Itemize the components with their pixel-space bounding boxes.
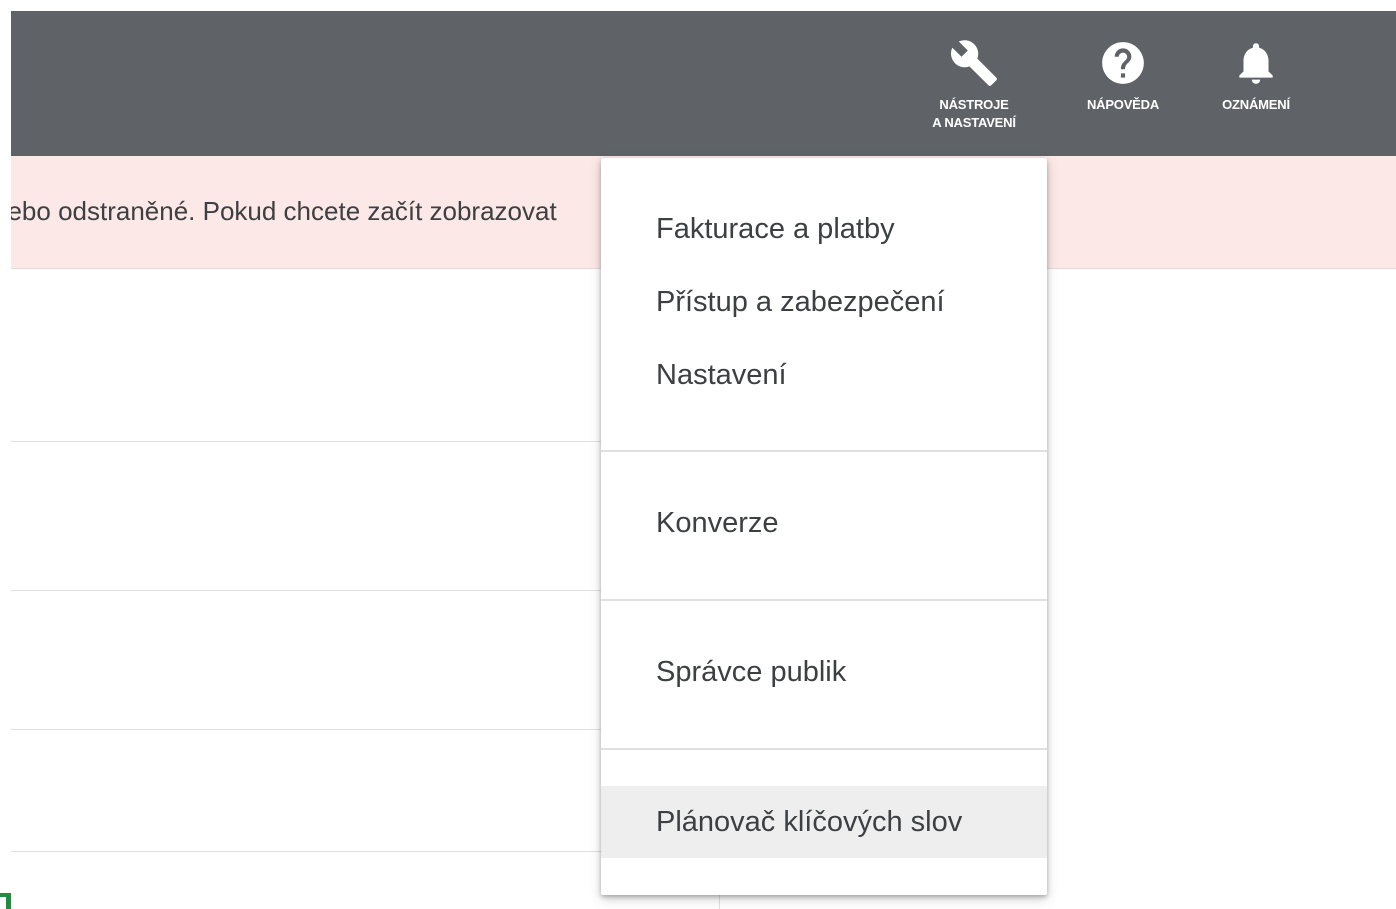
notifications-button[interactable]: OZNÁMENÍ xyxy=(1204,38,1308,114)
notice-text: nebo odstraněné. Pokud chcete začít zobr… xyxy=(11,196,557,226)
menu-divider xyxy=(601,450,1047,452)
tools-dropdown-menu: Fakturace a platby Přístup a zabezpečení… xyxy=(601,158,1047,895)
row-divider xyxy=(11,851,601,852)
menu-item-access-security[interactable]: Přístup a zabezpečení xyxy=(601,266,1047,338)
help-circle-icon xyxy=(1102,42,1144,84)
menu-item-conversions[interactable]: Konverze xyxy=(601,487,1047,559)
menu-divider xyxy=(601,748,1047,750)
bell-icon xyxy=(1239,43,1273,84)
notifications-label: OZNÁMENÍ xyxy=(1222,97,1290,112)
green-corner-mark xyxy=(0,893,11,909)
menu-item-billing[interactable]: Fakturace a platby xyxy=(601,193,1047,265)
help-button[interactable]: NÁPOVĚDA xyxy=(1068,38,1178,114)
menu-item-audience-manager[interactable]: Správce publik xyxy=(601,636,1047,708)
wrench-icon xyxy=(950,40,997,86)
green-mark-side xyxy=(6,893,11,909)
row-divider xyxy=(11,590,601,591)
menu-item-settings[interactable]: Nastavení xyxy=(601,339,1047,411)
tools-label-line2: A NASTAVENÍ xyxy=(932,115,1016,130)
row-divider xyxy=(11,729,601,730)
menu-item-keyword-planner[interactable]: Plánovač klíčových slov xyxy=(601,786,1047,858)
top-header-bar xyxy=(11,11,1396,156)
top-gap xyxy=(0,0,1396,11)
menu-divider xyxy=(601,599,1047,601)
help-label: NÁPOVĚDA xyxy=(1086,97,1160,112)
tools-and-settings-button[interactable]: NÁSTROJE A NASTAVENÍ xyxy=(912,38,1036,132)
tools-label-line1: NÁSTROJE xyxy=(939,97,1009,112)
row-divider xyxy=(11,441,601,442)
